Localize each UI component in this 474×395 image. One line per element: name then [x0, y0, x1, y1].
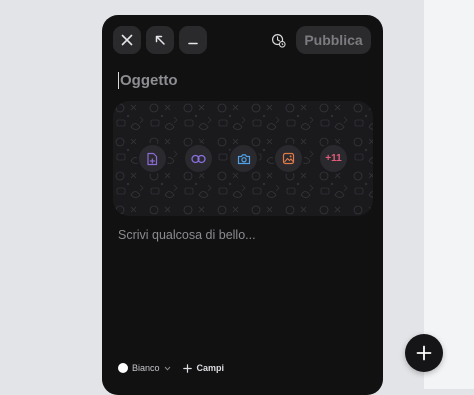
camera-button[interactable]	[230, 145, 257, 172]
minimize-icon	[188, 42, 198, 45]
add-link-button[interactable]	[185, 145, 212, 172]
add-image-button[interactable]	[275, 145, 302, 172]
file-add-icon	[147, 152, 158, 165]
add-file-button[interactable]	[139, 145, 166, 172]
text-caret	[118, 71, 119, 89]
close-button[interactable]	[113, 26, 141, 54]
more-attachments-button[interactable]: +11	[320, 145, 347, 172]
expand-button[interactable]	[146, 26, 174, 54]
schedule-button[interactable]	[269, 31, 287, 49]
image-icon	[282, 152, 295, 165]
add-fields-button[interactable]: Campi	[182, 363, 225, 373]
more-count-label: +11	[325, 153, 342, 164]
media-attachments-panel: +11	[113, 101, 373, 216]
close-icon	[121, 34, 133, 46]
minimize-button[interactable]	[179, 26, 207, 54]
post-composer: Pubblica Oggetto +11 Scrivi qualcosa di …	[102, 15, 383, 395]
theme-selector[interactable]: Bianco	[118, 363, 171, 373]
subject-placeholder: Oggetto	[120, 71, 178, 89]
publish-button[interactable]: Pubblica	[296, 26, 371, 54]
theme-label: Bianco	[132, 363, 160, 373]
camera-icon	[237, 153, 250, 164]
subject-field[interactable]: Oggetto	[118, 69, 178, 91]
link-icon	[191, 154, 206, 163]
clock-schedule-icon	[271, 33, 286, 48]
plus-icon	[182, 363, 192, 373]
background-strip	[424, 0, 474, 389]
body-input[interactable]: Scrivi qualcosa di bello...	[118, 228, 256, 242]
fields-label: Campi	[196, 363, 225, 373]
theme-color-swatch	[118, 363, 128, 373]
composer-footer: Bianco Campi	[118, 363, 224, 373]
plus-icon	[416, 345, 432, 361]
chevron-down-icon	[164, 366, 170, 371]
arrow-up-left-icon	[155, 35, 165, 45]
floating-add-button[interactable]	[405, 334, 443, 372]
